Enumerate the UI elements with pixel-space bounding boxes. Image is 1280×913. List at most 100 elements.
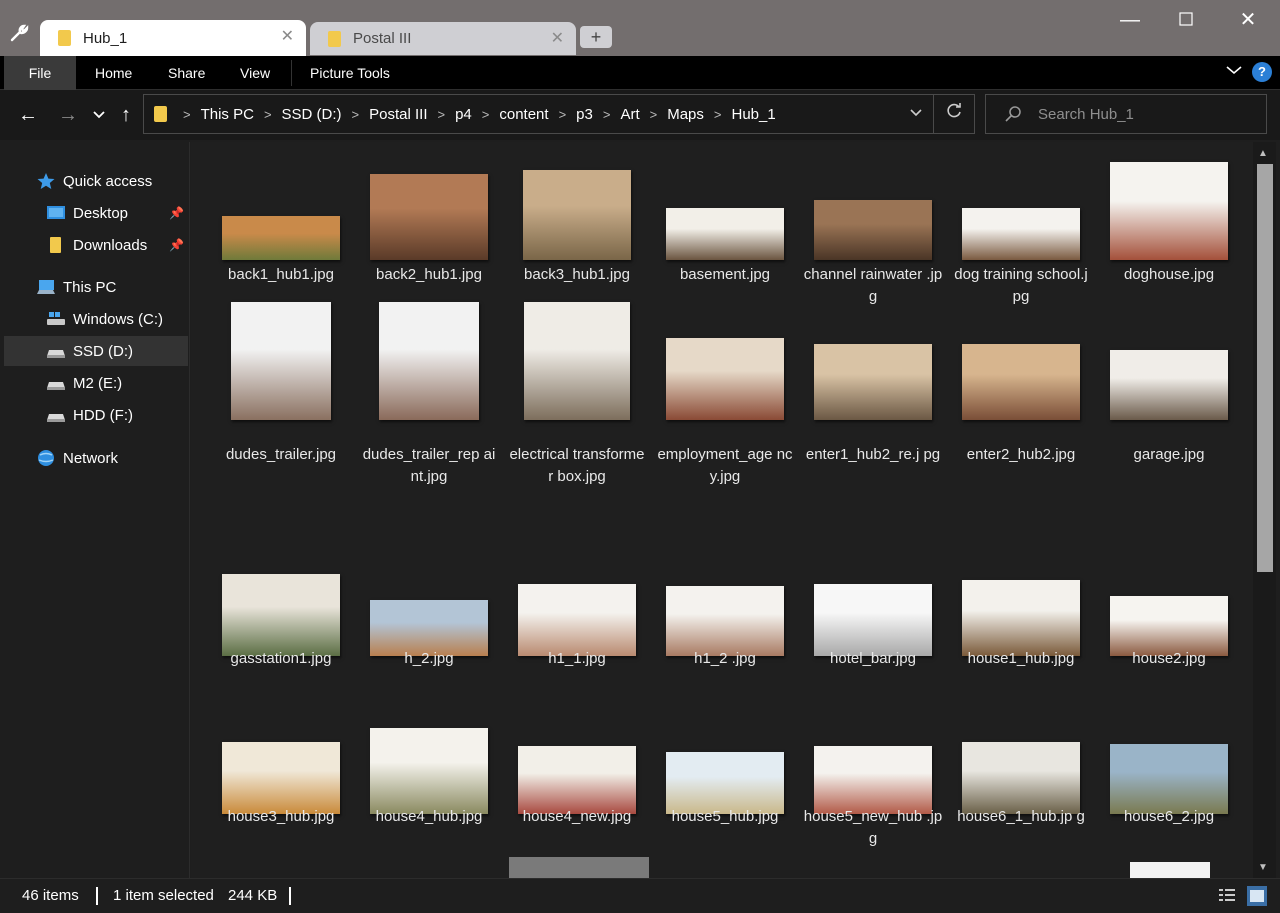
breadcrumb-separator-icon[interactable]: > — [183, 107, 191, 122]
file-name[interactable]: channel rainwater .jpg — [803, 264, 943, 308]
ribbon-tab-view[interactable]: View — [240, 56, 270, 90]
file-name[interactable]: h1_2 .jpg — [655, 648, 795, 670]
file-thumbnail[interactable] — [1110, 350, 1228, 420]
up-arrow-icon[interactable]: ↑ — [113, 102, 139, 128]
refresh-icon[interactable] — [944, 101, 964, 127]
close-icon[interactable]: ✕ — [1236, 8, 1260, 32]
breadcrumb-item[interactable]: This PC — [201, 106, 254, 123]
breadcrumb-item[interactable]: p4 — [455, 106, 472, 123]
sidebar-item-network[interactable]: Network — [4, 443, 188, 473]
wrench-icon[interactable] — [8, 22, 30, 44]
file-name[interactable]: enter2_hub2.jpg — [951, 444, 1091, 466]
file-name[interactable]: house6_2.jpg — [1099, 806, 1239, 828]
file-name[interactable]: house4_hub.jpg — [359, 806, 499, 828]
scrollbar-thumb[interactable] — [1257, 164, 1273, 572]
file-thumbnail[interactable] — [370, 174, 488, 260]
file-name[interactable]: house5_hub.jpg — [655, 806, 795, 828]
breadcrumb-separator-icon[interactable]: > — [559, 107, 567, 122]
breadcrumb-separator-icon[interactable]: > — [714, 107, 722, 122]
breadcrumb-item[interactable]: SSD (D:) — [282, 106, 342, 123]
file-name[interactable]: house2.jpg — [1099, 648, 1239, 670]
file-name[interactable]: back2_hub1.jpg — [359, 264, 499, 286]
file-thumbnail[interactable] — [1110, 596, 1228, 656]
file-name[interactable]: dog training school.jpg — [951, 264, 1091, 308]
file-name[interactable]: electrical transformer box.jpg — [507, 444, 647, 488]
file-name[interactable]: h1_1.jpg — [507, 648, 647, 670]
details-view-icon[interactable] — [1216, 885, 1238, 907]
sidebar-item-downloads[interactable]: Downloads 📌 — [4, 230, 188, 260]
file-thumbnail[interactable] — [1110, 162, 1228, 260]
close-tab-icon[interactable]: ✕ — [551, 28, 564, 48]
breadcrumb-item[interactable]: Hub_1 — [732, 106, 776, 123]
breadcrumb-separator-icon[interactable]: > — [352, 107, 360, 122]
file-thumbnail[interactable] — [666, 208, 784, 260]
close-tab-icon[interactable]: ✕ — [281, 26, 294, 46]
file-thumbnail[interactable] — [524, 302, 630, 420]
file-thumbnail[interactable] — [222, 574, 340, 656]
pin-icon[interactable]: 📌 — [169, 238, 184, 252]
scroll-down-arrow-icon[interactable]: ▼ — [1258, 862, 1268, 873]
file-thumbnail[interactable] — [962, 208, 1080, 260]
file-name[interactable]: employment_age ncy.jpg — [655, 444, 795, 488]
expand-ribbon-chevron-icon[interactable] — [1226, 62, 1242, 78]
file-thumbnail[interactable] — [518, 584, 636, 656]
file-thumbnail[interactable] — [666, 586, 784, 656]
file-thumbnail[interactable] — [518, 746, 636, 814]
tab-hub-1[interactable]: Hub_1 ✕ — [40, 20, 306, 56]
file-thumbnail[interactable] — [814, 584, 932, 656]
file-name[interactable]: hotel_bar.jpg — [803, 648, 943, 670]
new-tab-button[interactable]: + — [580, 26, 612, 48]
file-thumbnail[interactable] — [962, 580, 1080, 656]
scroll-up-arrow-icon[interactable]: ▲ — [1258, 148, 1268, 159]
file-name[interactable]: back1_hub1.jpg — [211, 264, 351, 286]
file-name[interactable]: dudes_trailer.jpg — [211, 444, 351, 466]
breadcrumb-separator-icon[interactable]: > — [650, 107, 658, 122]
sidebar-item-this-pc[interactable]: This PC — [4, 272, 188, 302]
file-name[interactable]: house6_1_hub.jp g — [951, 806, 1091, 828]
breadcrumb-separator-icon[interactable]: > — [437, 107, 445, 122]
file-thumbnail[interactable] — [222, 216, 340, 260]
breadcrumb-item[interactable]: Art — [620, 106, 639, 123]
breadcrumb-item[interactable]: content — [499, 106, 548, 123]
file-name[interactable]: dudes_trailer_rep aint.jpg — [359, 444, 499, 488]
sidebar-item-desktop[interactable]: Desktop 📌 — [4, 198, 188, 228]
file-thumbnail[interactable] — [814, 746, 932, 814]
breadcrumb-separator-icon[interactable]: > — [482, 107, 490, 122]
back-arrow-icon[interactable]: ← — [15, 102, 41, 128]
file-name[interactable]: house5_new_hub .jpg — [803, 806, 943, 850]
minimize-icon[interactable]: — — [1118, 8, 1142, 32]
file-name[interactable]: enter1_hub2_re.j pg — [803, 444, 943, 466]
pin-icon[interactable]: 📌 — [169, 206, 184, 220]
sidebar-item-hdd-f[interactable]: HDD (F:) — [4, 400, 188, 430]
address-bar[interactable]: > This PC > SSD (D:) > Postal III > p4 > content >… — [143, 94, 975, 134]
sidebar-item-m2-e[interactable]: M2 (E:) — [4, 368, 188, 398]
address-dropdown-icon[interactable] — [910, 105, 922, 120]
ribbon-tab-share[interactable]: Share — [168, 56, 205, 90]
sidebar-item-ssd-d[interactable]: SSD (D:) — [4, 336, 188, 366]
file-thumbnail[interactable] — [379, 302, 479, 420]
file-thumbnail[interactable] — [666, 752, 784, 814]
file-thumbnail[interactable] — [523, 170, 631, 260]
file-name[interactable]: house4_new.jpg — [507, 806, 647, 828]
file-thumbnail[interactable] — [231, 302, 331, 420]
maximize-icon[interactable] — [1174, 8, 1198, 32]
file-thumbnail[interactable] — [1110, 744, 1228, 814]
file-name[interactable]: garage.jpg — [1099, 444, 1239, 466]
ribbon-tab-file[interactable]: File — [4, 56, 76, 90]
file-thumbnail[interactable] — [962, 742, 1080, 814]
large-icons-view-icon[interactable] — [1246, 885, 1268, 907]
sidebar-item-windows-c[interactable]: Windows (C:) — [4, 304, 188, 334]
recent-locations-chevron-icon[interactable] — [86, 102, 112, 128]
vertical-scrollbar[interactable]: ▲ ▼ — [1253, 142, 1276, 878]
ribbon-tab-home[interactable]: Home — [95, 56, 132, 90]
file-name[interactable]: house3_hub.jpg — [211, 806, 351, 828]
file-name[interactable]: house1_hub.jpg — [951, 648, 1091, 670]
breadcrumb-item[interactable]: Maps — [667, 106, 704, 123]
forward-arrow-icon[interactable]: → — [55, 102, 81, 128]
breadcrumb-separator-icon[interactable]: > — [264, 107, 272, 122]
help-icon[interactable]: ? — [1252, 62, 1272, 82]
file-thumbnail[interactable] — [666, 338, 784, 420]
sidebar-item-quick-access[interactable]: Quick access — [4, 166, 188, 196]
file-name[interactable]: basement.jpg — [655, 264, 795, 286]
file-thumbnail[interactable] — [814, 344, 932, 420]
